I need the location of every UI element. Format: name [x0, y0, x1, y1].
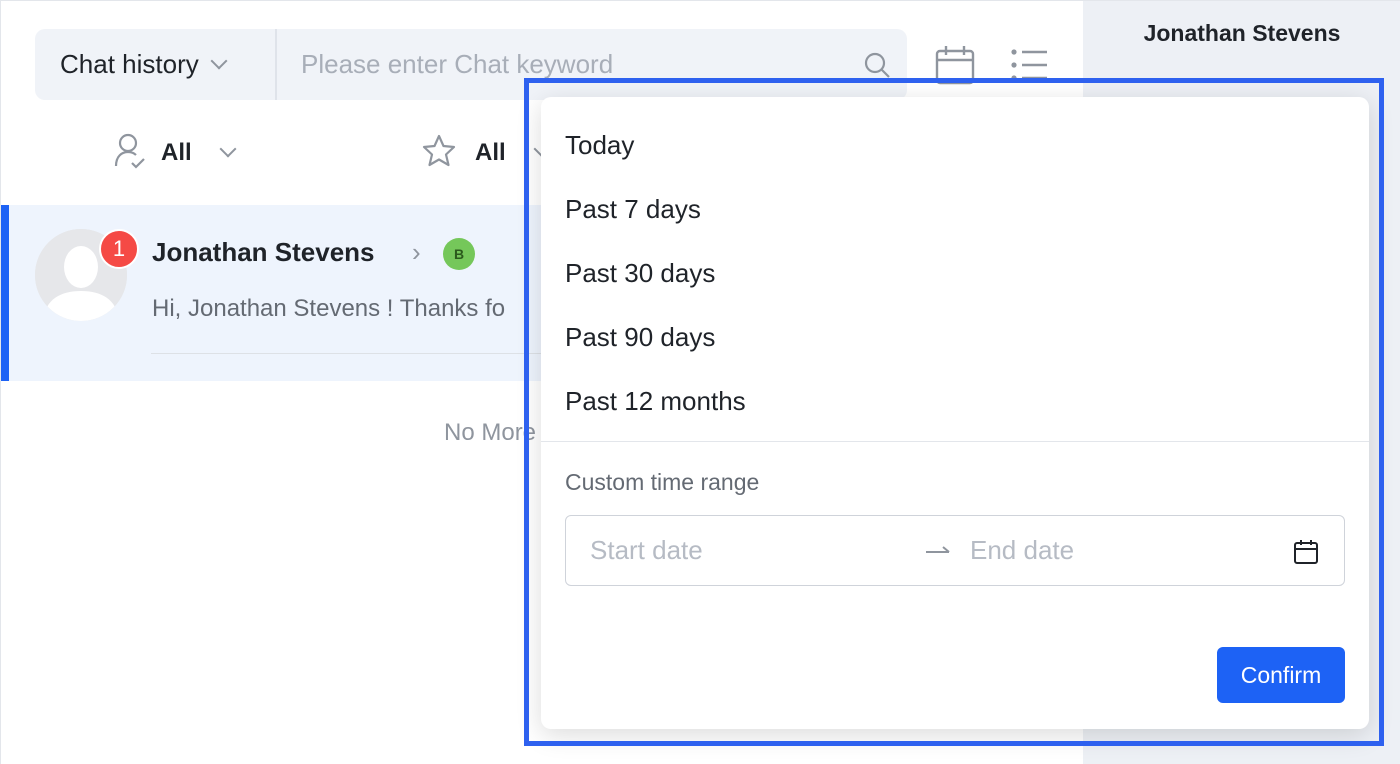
search-input[interactable]	[277, 29, 847, 100]
date-range-dropdown: Today Past 7 days Past 30 days Past 90 d…	[541, 97, 1369, 729]
option-past-7-days[interactable]: Past 7 days	[565, 194, 701, 225]
detail-title: Jonathan Stevens	[1143, 19, 1341, 46]
star-filter[interactable]: All	[421, 131, 551, 175]
start-date-input[interactable]: Start date	[590, 535, 703, 566]
detail-header: Jonathan Stevens	[1083, 1, 1400, 95]
chevron-down-icon	[219, 140, 237, 158]
custom-range-label: Custom time range	[565, 469, 760, 495]
calendar-icon[interactable]	[1293, 539, 1319, 570]
conversation-preview: Hi, Jonathan Stevens ! Thanks fo	[152, 295, 506, 322]
arrow-right-icon	[924, 536, 952, 569]
star-icon	[421, 133, 457, 174]
star-filter-label: All	[475, 139, 506, 166]
option-past-90-days[interactable]: Past 90 days	[565, 322, 715, 353]
list-end-text: No More	[444, 419, 537, 446]
date-range-picker[interactable]: Start date End date	[565, 515, 1345, 586]
end-date-input[interactable]: End date	[970, 535, 1074, 566]
search-icon[interactable]	[847, 29, 907, 100]
chevron-right-icon: ›	[412, 237, 421, 267]
conversation-name: Jonathan Stevens	[152, 237, 375, 267]
calendar-icon[interactable]	[931, 41, 979, 89]
divider	[541, 441, 1369, 442]
user-check-icon	[113, 132, 147, 175]
channel-tag: B	[443, 238, 475, 270]
unread-badge: 1	[99, 229, 139, 269]
app-window: Chat history Please enter Chat keyword A…	[0, 0, 1400, 764]
search-bar: Chat history	[35, 29, 907, 100]
search-scope-label: Chat history	[60, 49, 199, 79]
option-past-30-days[interactable]: Past 30 days	[565, 258, 715, 289]
assignee-filter[interactable]: All	[113, 131, 237, 175]
list-icon[interactable]	[1005, 41, 1053, 89]
assignee-filter-label: All	[161, 139, 192, 166]
confirm-button[interactable]: Confirm	[1217, 647, 1345, 703]
chevron-down-icon	[210, 52, 228, 69]
option-today[interactable]: Today	[565, 130, 634, 161]
search-scope-select[interactable]: Chat history	[35, 29, 277, 100]
option-past-12-months[interactable]: Past 12 months	[565, 386, 746, 417]
